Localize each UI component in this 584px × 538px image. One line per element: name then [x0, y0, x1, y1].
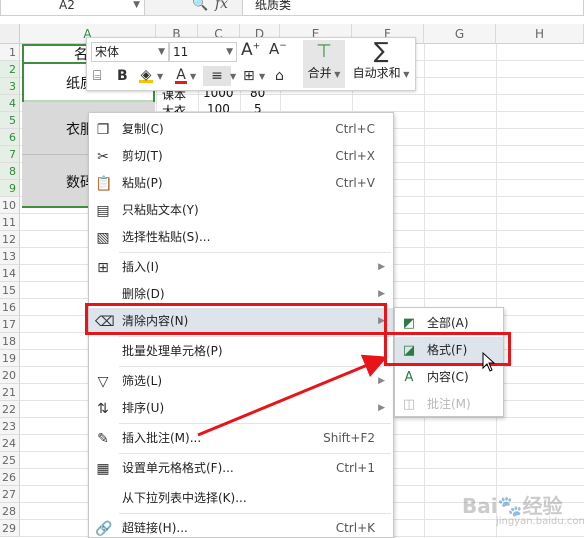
annotation-arrow	[197, 354, 388, 437]
watermark-subtext: jingyan.baidu.com	[496, 516, 584, 527]
baidu-watermark-logo: Bai🐾经验	[462, 494, 563, 518]
mouse-cursor-icon	[482, 352, 496, 372]
